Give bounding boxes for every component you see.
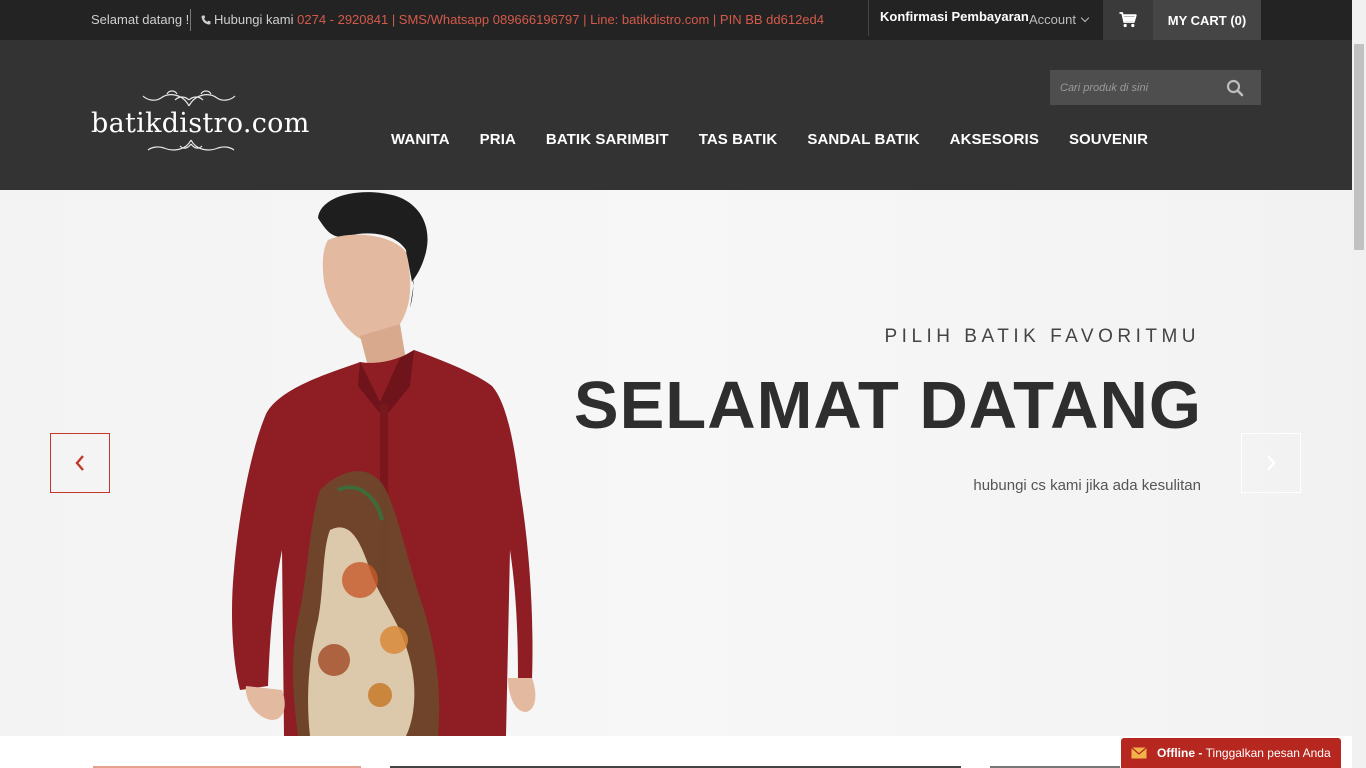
hero-model-image	[232, 192, 536, 736]
nav-item-aksesoris[interactable]: AKSESORIS	[950, 131, 1039, 148]
logo-ornament-icon	[147, 139, 235, 151]
divider	[868, 0, 869, 36]
logo-ornament-icon	[142, 90, 236, 107]
chat-status: Offline -	[1157, 746, 1203, 760]
nav-item-batik-sarimbit[interactable]: BATIK SARIMBIT	[546, 131, 669, 148]
nav-item-pria[interactable]: PRIA	[480, 131, 516, 148]
scrollbar-track	[1352, 0, 1366, 40]
contact-prefix: Hubungi kami	[214, 12, 294, 27]
search-button[interactable]	[1222, 77, 1248, 99]
nav-item-sandal-batik[interactable]: SANDAL BATIK	[807, 131, 919, 148]
contact-details[interactable]: 0274 - 2920841 | SMS/Whatsapp 0896661967…	[297, 12, 824, 27]
slider-prev-button[interactable]	[50, 433, 110, 493]
my-cart-button[interactable]: MY CART (0)	[1153, 0, 1261, 40]
welcome-text: Selamat datang !	[91, 12, 190, 27]
page: Selamat datang ! Hubungi kami 0274 - 292…	[0, 0, 1366, 768]
shopping-cart-icon	[1119, 12, 1137, 28]
site-logo[interactable]: batikdistro.com	[91, 88, 309, 156]
search-icon	[1226, 79, 1244, 97]
chat-message: Tinggalkan pesan Anda	[1205, 746, 1331, 760]
top-bar: Selamat datang ! Hubungi kami 0274 - 292…	[0, 0, 1366, 40]
main-nav: WANITA PRIA BATIK SARIMBIT TAS BATIK SAN…	[391, 131, 1178, 148]
search-input[interactable]	[1050, 70, 1220, 105]
chevron-left-icon	[75, 455, 84, 471]
hero-subtitle: PILIH BATIK FAVORITMU	[884, 326, 1200, 347]
account-dropdown[interactable]: Account	[1029, 12, 1090, 27]
envelope-icon	[1131, 747, 1147, 759]
chat-widget[interactable]: Offline - Tinggalkan pesan Anda	[1121, 738, 1341, 768]
divider	[190, 9, 191, 31]
chevron-right-icon	[1267, 455, 1276, 471]
chevron-down-icon	[1080, 13, 1090, 23]
nav-item-tas-batik[interactable]: TAS BATIK	[699, 131, 778, 148]
account-label: Account	[1029, 12, 1076, 27]
nav-item-wanita[interactable]: WANITA	[391, 131, 450, 148]
hero-description: hubungi cs kami jika ada kesulitan	[973, 477, 1201, 494]
hero-slider: PILIH BATIK FAVORITMU SELAMAT DATANG hub…	[0, 190, 1352, 736]
cart-icon-button[interactable]	[1103, 0, 1153, 40]
nav-item-souvenir[interactable]: SOUVENIR	[1069, 131, 1148, 148]
slider-next-button[interactable]	[1241, 433, 1301, 493]
phone-icon	[201, 15, 211, 25]
scrollbar-thumb[interactable]	[1354, 44, 1364, 250]
header: batikdistro.com WANITA PRIA BATIK SARIMB…	[0, 40, 1366, 190]
contact-info: Hubungi kami 0274 - 2920841 | SMS/Whatsa…	[201, 12, 824, 27]
hero-title: SELAMAT DATANG	[573, 368, 1202, 443]
confirm-payment-link[interactable]: Konfirmasi Pembayaran	[880, 9, 1029, 24]
logo-text: batikdistro.com	[91, 108, 310, 139]
